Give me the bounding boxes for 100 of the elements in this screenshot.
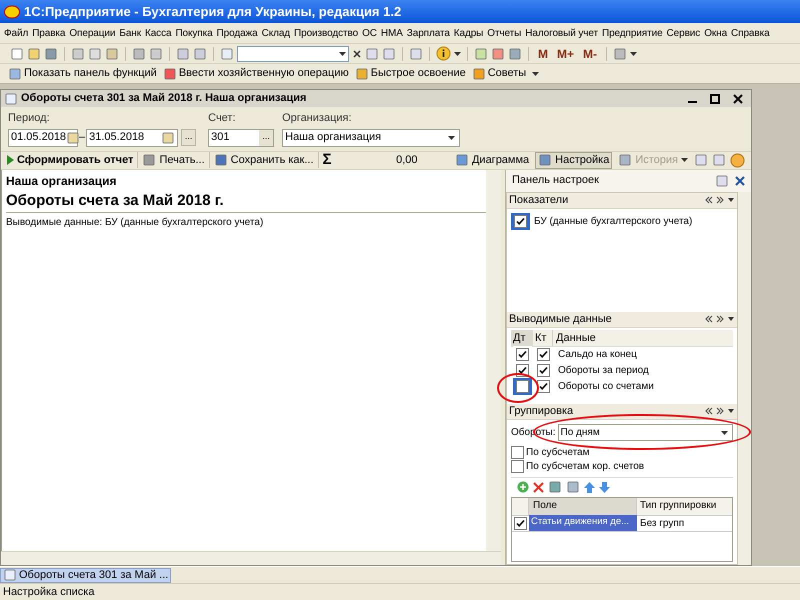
caret-icon xyxy=(532,72,540,76)
checkbox[interactable] xyxy=(516,364,528,377)
quick-action-button[interactable]: Показать панель функций xyxy=(8,65,157,82)
organization-select[interactable]: Наша организация xyxy=(282,128,460,146)
menu-item[interactable]: Касса xyxy=(144,26,172,40)
quick-action-button[interactable]: Быстрое освоение xyxy=(354,65,466,82)
menu-item[interactable]: Кадры xyxy=(454,26,484,40)
menu-item[interactable]: Предприятие xyxy=(602,26,663,40)
menu-item[interactable]: Отчеты xyxy=(487,26,522,40)
menu-item[interactable]: Справка xyxy=(731,26,770,40)
menu-item[interactable]: НМА xyxy=(380,26,403,40)
checkbox[interactable] xyxy=(536,364,550,377)
table-cell: Статьи движения де... xyxy=(529,515,637,531)
move-down-icon[interactable] xyxy=(599,482,610,492)
option-label: По субсчетам кор. счетов xyxy=(526,460,644,474)
output-data-label: Обороты за период xyxy=(557,364,649,378)
checkbox[interactable] xyxy=(516,380,528,393)
indicator-label: БУ (данные бухгалтерского учета) xyxy=(534,214,692,228)
toolbar-button[interactable]: Настройка xyxy=(535,152,612,168)
menu-item[interactable]: Операции xyxy=(69,26,116,40)
vertical-scrollbar[interactable] xyxy=(738,192,751,565)
field-label: Организация: xyxy=(282,111,353,126)
turnover-select[interactable]: По дням xyxy=(558,424,733,441)
report-output-line: Выводимые данные: БУ (данные бухгалтерского учета) xyxy=(6,216,264,230)
info-icon[interactable] xyxy=(436,46,451,61)
menu-item[interactable]: Производство xyxy=(294,26,358,40)
check-icon xyxy=(516,216,525,226)
menu-item[interactable]: Покупка xyxy=(175,26,213,40)
toolbar-button[interactable]: Сохранить как... xyxy=(214,152,319,168)
menu-item[interactable]: Зарплата xyxy=(406,26,450,40)
caret-icon xyxy=(630,52,638,56)
section-controls-icon[interactable] xyxy=(705,315,735,323)
caret-icon xyxy=(339,52,346,56)
section-controls-icon[interactable] xyxy=(705,196,735,204)
menu-item[interactable]: Продажа xyxy=(216,26,258,40)
minimize-icon[interactable] xyxy=(688,100,697,102)
table-cell-text: Без групп xyxy=(639,516,684,530)
output-data-label: Сальдо на конец xyxy=(557,348,637,362)
field-label: Период: xyxy=(8,111,51,126)
more-button[interactable]: ... xyxy=(181,129,196,146)
close-icon[interactable] xyxy=(733,94,743,104)
option-label: По субсчетам xyxy=(526,446,590,460)
quick-action-button[interactable]: Советы xyxy=(472,65,526,82)
menu-item[interactable]: Окна xyxy=(704,26,728,40)
sum-value: 0,00 xyxy=(395,152,418,168)
panel-title: Панель настроек xyxy=(512,173,600,188)
column-header: Тип группировки xyxy=(639,498,716,512)
menu-item[interactable]: Файл xyxy=(4,26,28,40)
menu-item[interactable]: Налоговый учет xyxy=(525,26,598,40)
checkbox[interactable] xyxy=(536,380,550,393)
app-logo-icon xyxy=(4,4,20,18)
output-data-label: Обороты со счетами xyxy=(557,380,654,394)
column-header: Данные xyxy=(555,330,596,346)
section-title: Группировка xyxy=(509,404,574,419)
caret-icon xyxy=(721,430,728,434)
quick-action-button[interactable]: Ввести хозяйственную операцию xyxy=(162,65,349,82)
section-title: Выводимые данные xyxy=(509,312,613,327)
checkbox[interactable] xyxy=(514,214,527,228)
checkbox[interactable] xyxy=(536,348,550,361)
horizontal-scrollbar[interactable] xyxy=(1,551,501,565)
checkbox[interactable] xyxy=(511,446,524,459)
toolbar-button[interactable]: Сформировать отчет xyxy=(7,152,138,168)
caret-icon xyxy=(454,52,461,56)
close-icon[interactable] xyxy=(352,48,362,58)
toolbar-button[interactable]: Печать... xyxy=(142,152,210,168)
maximize-icon[interactable] xyxy=(710,94,720,104)
toolbar-button[interactable]: Диаграмма xyxy=(452,152,532,168)
section-controls-icon[interactable] xyxy=(705,407,735,415)
sum-sign: Σ xyxy=(322,150,332,170)
report-heading: Обороты счета за Май 2018 г. xyxy=(6,190,486,213)
section-title: Показатели xyxy=(509,192,570,208)
add-icon[interactable] xyxy=(517,481,529,493)
memory-button[interactable]: M xyxy=(535,44,551,62)
memory-button[interactable]: M- xyxy=(580,44,600,62)
date-field[interactable]: 01.05.2018 xyxy=(8,128,78,146)
field-label: Счет: xyxy=(208,111,237,126)
checkbox[interactable] xyxy=(511,460,524,473)
caret-icon xyxy=(681,158,688,162)
account-field[interactable]: 301 ... xyxy=(208,128,274,146)
move-up-icon[interactable] xyxy=(584,482,595,492)
window-tab[interactable]: Обороты счета 301 за Май ... xyxy=(0,568,172,582)
checkbox[interactable] xyxy=(516,348,528,361)
more-button[interactable]: ... xyxy=(259,130,274,146)
search-field[interactable] xyxy=(237,46,349,62)
menu-item[interactable]: Банк xyxy=(119,26,141,40)
checkbox[interactable] xyxy=(514,516,527,530)
menu-item[interactable]: ОС xyxy=(362,26,377,40)
close-icon[interactable] xyxy=(735,176,745,186)
delete-icon[interactable] xyxy=(533,482,544,492)
menu-item[interactable]: Сервис xyxy=(666,26,700,40)
column-header: Дт xyxy=(511,330,533,346)
window-title: 1С:Предприятие - Бухгалтерия для Украины, редакция 1.2 xyxy=(24,2,402,21)
play-icon xyxy=(7,155,14,165)
memory-button[interactable]: M+ xyxy=(554,44,578,62)
report-organization: Наша организация xyxy=(6,172,118,190)
vertical-scrollbar[interactable] xyxy=(486,170,501,551)
menu-item[interactable]: Склад xyxy=(262,26,290,40)
date-field[interactable]: 31.05.2018 xyxy=(86,128,178,146)
menu-item[interactable]: Правка xyxy=(32,26,66,40)
status-bar: Настройка списка xyxy=(0,583,800,600)
